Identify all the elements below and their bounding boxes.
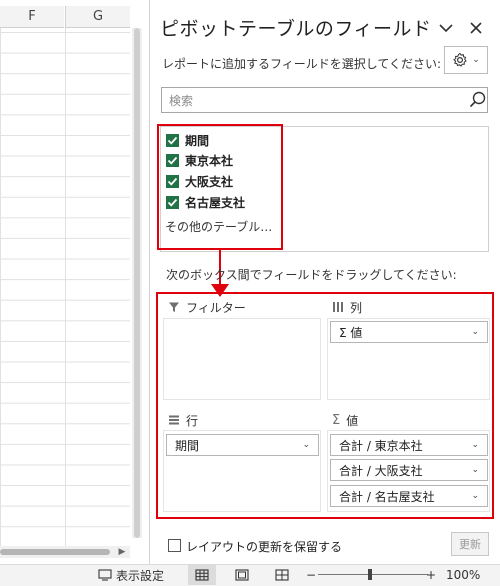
- zoom-in-button[interactable]: +: [426, 566, 436, 584]
- chevron-down-icon: [439, 24, 453, 33]
- search-icon[interactable]: [468, 90, 488, 110]
- panel-title: ピボットテーブルのフィールド: [160, 18, 432, 40]
- close-icon: [470, 22, 482, 34]
- column-header-label: G: [92, 9, 104, 24]
- defer-update-checkbox[interactable]: [168, 539, 181, 552]
- pane-divider[interactable]: [149, 0, 150, 564]
- column-header-g[interactable]: G: [65, 6, 130, 28]
- gear-icon: [453, 52, 467, 67]
- update-button[interactable]: 更新: [451, 532, 489, 556]
- grid-view-icon: [195, 569, 209, 581]
- display-settings-label: 表示設定: [116, 568, 165, 583]
- page-layout-view-button[interactable]: [228, 565, 256, 585]
- panel-options-button[interactable]: [436, 18, 456, 38]
- column-header-label: F: [28, 9, 36, 24]
- zoom-slider-thumb[interactable]: [368, 569, 372, 580]
- display-settings-button[interactable]: 表示設定: [98, 566, 164, 584]
- page-layout-icon: [235, 569, 249, 581]
- page-break-view-button[interactable]: [268, 565, 296, 585]
- highlight-box-fields: [157, 124, 283, 250]
- field-search-input[interactable]: 検索: [161, 87, 488, 113]
- chevron-down-icon: ⌄: [472, 55, 480, 65]
- horizontal-scroll-thumb[interactable]: [0, 549, 110, 555]
- close-panel-button[interactable]: [466, 18, 486, 38]
- vertical-scroll-thumb[interactable]: [134, 28, 140, 538]
- scroll-right-icon[interactable]: ▶: [116, 546, 128, 558]
- page-break-icon: [275, 569, 289, 581]
- column-header-f[interactable]: F: [0, 6, 64, 28]
- display-settings-icon: [98, 569, 112, 581]
- cell-grid[interactable]: [0, 28, 130, 546]
- search-placeholder: 検索: [169, 93, 194, 108]
- highlight-box-areas: [156, 292, 494, 519]
- field-list-instruction: レポートに追加するフィールドを選択してください:: [162, 57, 442, 71]
- zoom-out-button[interactable]: −: [306, 566, 316, 584]
- defer-update-label[interactable]: レイアウトの更新を保留する: [186, 538, 342, 555]
- drag-instruction: 次のボックス間でフィールドをドラッグしてください:: [166, 268, 457, 282]
- settings-button[interactable]: ⌄: [444, 46, 488, 74]
- normal-view-button[interactable]: [188, 565, 216, 585]
- zoom-level[interactable]: 100%: [446, 566, 480, 584]
- zoom-slider[interactable]: [318, 574, 428, 575]
